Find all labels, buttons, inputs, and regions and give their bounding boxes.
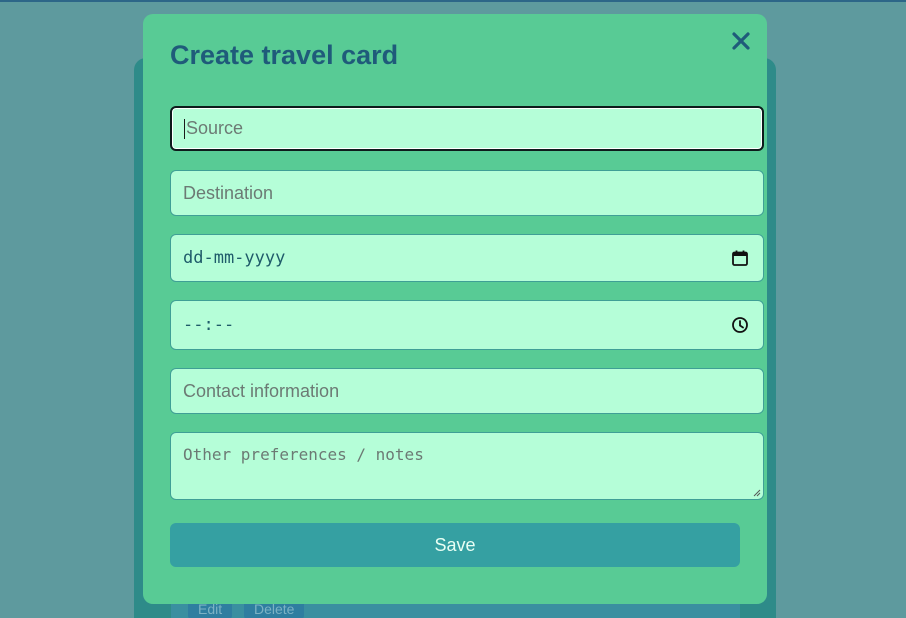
source-input[interactable]: Source <box>170 106 764 151</box>
modal-title: Create travel card <box>170 40 399 70</box>
destination-input[interactable]: Destination <box>170 170 764 216</box>
save-button[interactable]: Save <box>170 523 740 567</box>
contact-information-input[interactable]: Contact information <box>170 368 764 414</box>
text-caret <box>184 118 185 139</box>
destination-placeholder: Destination <box>183 182 274 203</box>
time-placeholder: --:-- <box>183 315 235 335</box>
date-input[interactable]: dd-mm-yyyy <box>170 234 764 282</box>
clock-icon[interactable] <box>731 316 749 334</box>
notes-placeholder: Other preferences / notes <box>183 445 424 464</box>
date-placeholder: dd-mm-yyyy <box>183 248 286 268</box>
close-button[interactable] <box>729 29 753 53</box>
create-travel-card-modal: Create travel card Source Destination dd… <box>143 14 767 604</box>
time-input[interactable]: --:-- <box>170 300 764 350</box>
contact-placeholder: Contact information <box>183 380 340 401</box>
notes-textarea[interactable]: Other preferences / notes <box>170 432 764 500</box>
calendar-icon[interactable] <box>731 249 749 267</box>
source-placeholder: Source <box>186 118 244 138</box>
close-icon[interactable] <box>729 29 753 53</box>
resize-handle-icon[interactable] <box>752 488 761 497</box>
top-border <box>0 0 906 2</box>
